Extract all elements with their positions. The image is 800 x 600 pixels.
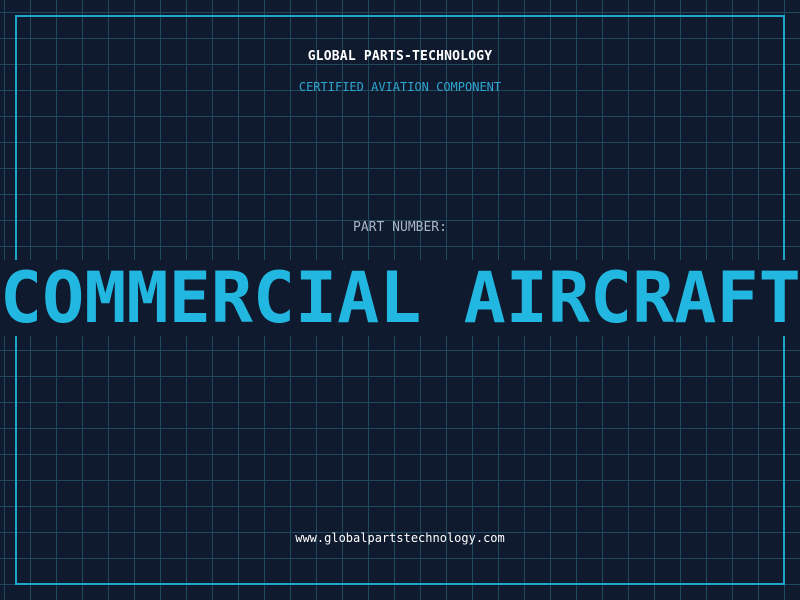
certification-label: CERTIFIED AVIATION COMPONENT: [298, 80, 502, 94]
certificate-card: GLOBAL PARTS-TECHNOLOGY CERTIFIED AVIATI…: [0, 0, 800, 600]
part-name: COMMERCIAL AIRCRAFT RADAR SYSTEM: [0, 260, 800, 336]
company-name: GLOBAL PARTS-TECHNOLOGY: [307, 49, 493, 64]
part-name-banner: COMMERCIAL AIRCRAFT RADAR SYSTEM: [0, 260, 800, 336]
website-url: www.globalpartstechnology.com: [295, 531, 505, 545]
part-number-label: PART NUMBER:: [353, 220, 447, 235]
